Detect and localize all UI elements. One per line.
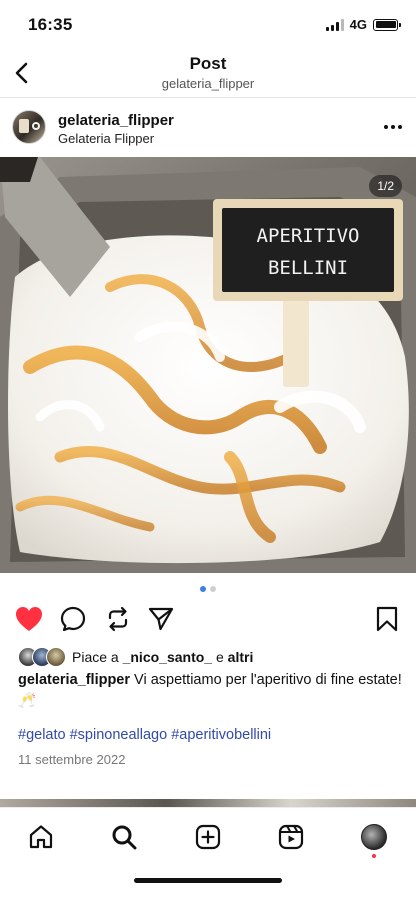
battery-icon	[373, 18, 401, 31]
signal-icon	[325, 18, 344, 31]
gelato-photo: APERITIVO BELLINI	[0, 157, 416, 573]
share-button[interactable]	[146, 604, 176, 634]
more-horizontal-icon	[384, 125, 402, 129]
reels-icon	[278, 824, 304, 850]
status-time: 16:35	[28, 15, 73, 34]
repost-icon	[108, 606, 128, 632]
page-title: Post	[189, 54, 227, 73]
search-icon	[112, 825, 137, 850]
hashtags: #gelato #spinoneallago #aperitivobellini	[18, 727, 271, 743]
nav-search[interactable]	[109, 822, 139, 852]
page-subtitle[interactable]: gelateria_flipper	[0, 76, 416, 91]
save-button[interactable]	[372, 604, 402, 634]
like-button[interactable]	[14, 604, 44, 634]
bookmark-icon	[376, 606, 398, 632]
hashtag-link[interactable]: #spinoneallago	[70, 727, 168, 743]
likes-others[interactable]: altri	[228, 649, 254, 665]
hashtag-link[interactable]: #aperitivobellini	[171, 727, 271, 743]
carousel-dot-1	[200, 586, 206, 592]
comment-icon	[60, 606, 86, 632]
image-counter: 1/2	[369, 175, 402, 197]
post-caption: gelateria_flipper Vi aspettiamo per l'ap…	[18, 670, 403, 712]
home-icon	[29, 825, 53, 849]
heart-icon	[16, 607, 42, 631]
post-author-row: gelateria_flipper Gelateria Flipper	[0, 104, 416, 154]
likes-joiner: e	[215, 649, 224, 665]
post-date: 11 settembre 2022	[18, 752, 126, 767]
caption-username[interactable]: gelateria_flipper	[18, 672, 130, 688]
nav-create[interactable]	[193, 822, 223, 852]
status-indicators: 4G	[325, 17, 401, 32]
carousel-indicator	[0, 586, 416, 592]
hashtag-link[interactable]: #gelato	[18, 727, 66, 743]
sign-line-2: BELLINI	[268, 257, 348, 279]
sign-line-1: APERITIVO	[257, 225, 360, 247]
likes-summary[interactable]: Piace a _nico_santo_ e altri	[18, 646, 253, 668]
status-bar: 16:35 4G	[0, 0, 416, 50]
post-header-bar: Post gelateria_flipper	[0, 50, 416, 98]
send-icon	[148, 607, 174, 631]
post-location[interactable]: Gelateria Flipper	[58, 131, 154, 146]
more-options-button[interactable]	[382, 116, 404, 138]
home-indicator	[134, 878, 282, 883]
comment-button[interactable]	[58, 604, 88, 634]
author-avatar[interactable]	[12, 110, 46, 144]
bottom-navigation	[0, 807, 416, 900]
post-actions	[0, 604, 416, 636]
network-type: 4G	[349, 17, 367, 32]
create-icon	[195, 824, 221, 850]
likes-prefix: Piace a	[72, 649, 119, 665]
notification-dot	[372, 854, 376, 858]
repost-button[interactable]	[103, 604, 133, 634]
liker-avatars	[18, 647, 68, 667]
profile-avatar	[361, 824, 387, 850]
carousel-dot-2	[210, 586, 216, 592]
nav-reels[interactable]	[276, 822, 306, 852]
nav-home[interactable]	[26, 822, 56, 852]
next-post-preview[interactable]	[0, 799, 416, 807]
author-username[interactable]: gelateria_flipper	[58, 112, 174, 129]
likes-user[interactable]: _nico_santo_	[123, 649, 212, 665]
liker-avatar	[46, 647, 66, 667]
nav-profile[interactable]	[359, 822, 389, 852]
post-image[interactable]: APERITIVO BELLINI 1/2	[0, 157, 416, 573]
